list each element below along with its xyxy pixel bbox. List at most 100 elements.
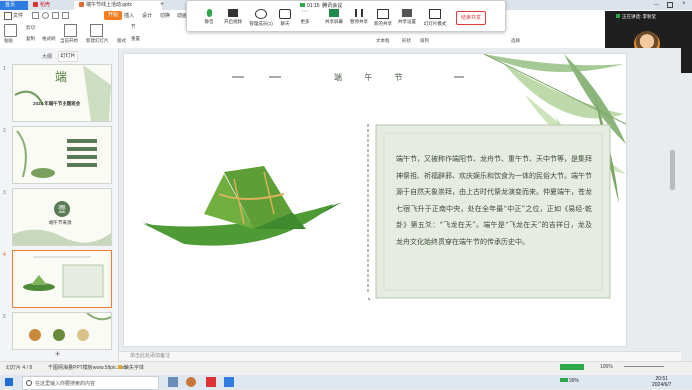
pause-icon — [355, 9, 363, 17]
new-slide-icon[interactable] — [90, 24, 103, 37]
textbox-button[interactable]: 文本框 — [376, 38, 390, 44]
tab-slides[interactable]: 幻灯片 — [58, 51, 78, 62]
new-slide-button[interactable]: 新建幻灯片 — [86, 38, 109, 44]
menu-insert[interactable]: 插入 — [124, 12, 134, 19]
chat-icon — [279, 9, 291, 19]
signal-icon — [300, 3, 305, 7]
more-button[interactable]: ··· 更多 — [294, 8, 316, 25]
current-start-button[interactable]: 当前开始 — [60, 38, 78, 44]
slide-thumbnail-2[interactable] — [12, 126, 112, 184]
tencent-meeting-icon[interactable] — [224, 377, 234, 387]
meeting-app-icon[interactable] — [186, 377, 196, 387]
zongzi-illustration — [142, 166, 342, 246]
warning-icon — [118, 365, 122, 369]
hamburger-icon[interactable] — [4, 12, 12, 20]
task-view-icon[interactable] — [168, 377, 178, 387]
tab-document[interactable]: 端午节线上活动.pptx — [74, 1, 162, 10]
current-slide[interactable]: 端 午 节 端午节，又被称作端阳节、龙舟节、重午节、天中节等，是集拜神祭祖、祈福… — [124, 54, 626, 346]
cut-button[interactable]: 剪切 — [26, 25, 35, 31]
slide-thumbnail-5[interactable] — [12, 312, 112, 350]
new-share-icon — [377, 9, 389, 19]
notes-placeholder[interactable]: 单击此处添加备注 — [130, 352, 170, 359]
taskbar-search-placeholder: 在这里输入你要搜索的内容 — [35, 381, 96, 387]
maximize-icon[interactable] — [667, 2, 673, 8]
select-button[interactable]: 选择 — [511, 38, 520, 44]
more-label: 更多 — [300, 19, 310, 24]
battery-value: 99% — [569, 378, 580, 384]
slide-thumbnail-3[interactable]: 壹 端午节来源 — [12, 188, 112, 246]
add-slide-icon[interactable]: + — [55, 349, 60, 359]
close-icon[interactable]: × — [682, 1, 686, 7]
share-screen-button[interactable]: 共享屏幕 — [323, 9, 345, 25]
slide-mode-button[interactable]: 幻灯片模式 — [422, 9, 448, 27]
slide-counter: 幻灯片 4 / 8 — [6, 365, 33, 371]
copy-button[interactable]: 复制 — [26, 36, 35, 42]
clock-date: 2024/6/7 — [652, 382, 672, 388]
microphone-icon — [206, 9, 212, 17]
share-settings-label: 共享设置 — [398, 19, 416, 24]
share-screen-label: 共享屏幕 — [325, 19, 343, 24]
zoom-level[interactable]: 106% — [600, 364, 613, 370]
slide-mode-icon — [429, 9, 441, 19]
print-icon[interactable] — [52, 12, 59, 19]
layout-button[interactable]: 版式 — [117, 38, 126, 44]
mute-button[interactable]: 静音 — [198, 9, 220, 25]
thumb-title: 端午节来源 — [49, 220, 72, 225]
slide-thumbnail-4[interactable] — [12, 250, 112, 308]
windows-start-icon[interactable] — [5, 378, 13, 386]
menu-switch[interactable]: 切换 — [160, 12, 170, 19]
menu-file[interactable]: 文件 — [13, 12, 23, 19]
clock[interactable]: 20:51 2024/6/7 — [652, 376, 671, 388]
wps-app-icon[interactable] — [206, 377, 216, 387]
end-share-button[interactable]: 结束共享 — [456, 11, 486, 25]
slide-title[interactable]: 端 午 节 — [334, 72, 404, 83]
members-label: 管理成员(1) — [249, 21, 273, 26]
vertical-scrollbar[interactable] — [670, 150, 675, 190]
tab-docer[interactable]: 稻壳 — [28, 1, 72, 10]
pause-share-label: 暂停共享 — [350, 19, 368, 24]
pause-share-button[interactable]: 暂停共享 — [348, 9, 370, 25]
format-brush-button[interactable]: 格式刷 — [42, 36, 56, 42]
shape-button[interactable]: 形状 — [402, 38, 411, 44]
missing-font-button[interactable]: 缺失字体 — [118, 364, 144, 371]
share-settings-button[interactable]: 共享设置 — [396, 9, 418, 25]
slide-thumbnail-1[interactable]: 端 2024 年端午节主题班会 — [12, 64, 112, 122]
save-icon[interactable] — [32, 12, 39, 19]
missing-font-label: 缺失字体 — [124, 365, 145, 371]
bamboo-illustration: 端 — [14, 65, 111, 121]
reset-button[interactable]: 重置 — [131, 36, 140, 42]
thumb-number: 2 — [3, 128, 6, 134]
menu-design[interactable]: 设计 — [142, 12, 152, 19]
menu-start[interactable]: 开始 — [104, 11, 123, 20]
mute-label: 静音 — [204, 19, 214, 24]
arrange-button[interactable]: 排列 — [420, 38, 429, 44]
thumb-title: 2024 年端午节主题班会 — [33, 101, 81, 106]
section-button[interactable]: 节 — [131, 24, 136, 30]
thumb-number: 4 — [3, 252, 6, 258]
chat-button[interactable]: 聊天 — [274, 9, 296, 27]
video-button[interactable]: 开启视频 — [222, 9, 244, 25]
slide-mode-label: 幻灯片模式 — [423, 21, 447, 26]
taskbar-search-input[interactable]: 在这里输入你要搜索的内容 — [22, 376, 159, 390]
tab-outline[interactable]: 大纲 — [42, 53, 52, 60]
svg-text:端: 端 — [55, 70, 67, 84]
new-share-button[interactable]: 新的共享 — [372, 9, 394, 27]
slide-body-text[interactable]: 端午节，又被称作端阳节、龙舟节、重午节、天中节等，是集拜神祭祖、祈福辟邪、欢庆娱… — [396, 151, 592, 250]
preview-icon[interactable] — [62, 12, 69, 19]
svg-text:壹: 壹 — [58, 204, 66, 214]
speaking-indicator: 正在讲话: 李秋莹 — [616, 14, 656, 20]
play-icon[interactable] — [64, 24, 77, 37]
battery-icon — [560, 378, 568, 382]
zoom-slider[interactable] — [624, 366, 664, 367]
settings-icon — [402, 9, 412, 17]
speaking-label: 正在讲话: 李秋莹 — [622, 14, 656, 19]
paste-button[interactable]: 粘贴 — [4, 38, 13, 44]
paste-icon[interactable] — [4, 24, 17, 37]
share-screen-icon — [329, 9, 339, 17]
thumb-number: 3 — [3, 190, 6, 196]
new-tab-icon[interactable]: + — [160, 1, 164, 8]
members-button[interactable]: 管理成员(1) — [248, 9, 274, 27]
view-normal-icon[interactable] — [560, 364, 584, 370]
minimize-icon[interactable]: — — [654, 2, 659, 8]
undo-icon[interactable] — [42, 12, 49, 19]
